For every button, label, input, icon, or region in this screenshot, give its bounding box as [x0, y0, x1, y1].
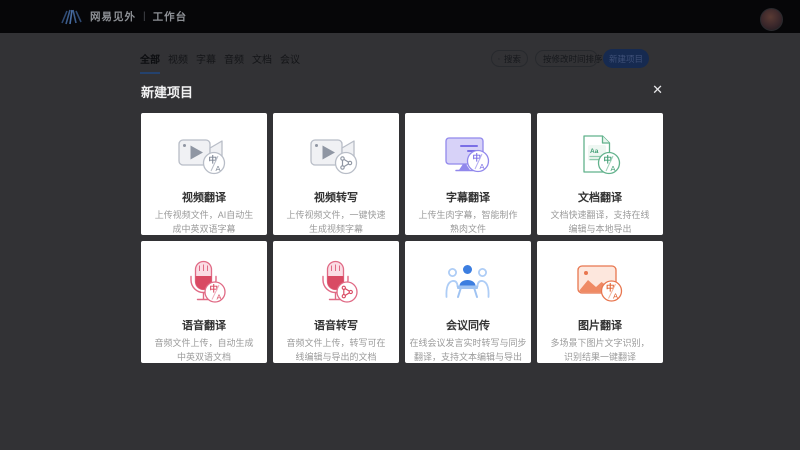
svg-text:A: A — [480, 162, 485, 171]
card-audio-transcribe[interactable]: 语音转写 音频文件上传，转写可在线编辑与导出的文档 — [273, 241, 399, 363]
user-avatar[interactable] — [760, 8, 783, 31]
card-desc: 文档快速翻译，支持在线编辑与本地导出 — [537, 209, 663, 237]
audio-translate-icon: 中 A — [141, 255, 267, 311]
search-placeholder: 搜索 — [504, 53, 521, 65]
tab-subtitle[interactable]: 字幕 — [196, 51, 216, 74]
brand-divider: | — [143, 11, 146, 22]
brand-name: 网易见外 — [90, 9, 136, 24]
card-title: 图片翻译 — [537, 317, 663, 333]
project-type-grid: 中 A 视频翻译 上传视频文件，AI自动生成中英双语字幕 — [141, 113, 663, 363]
svg-text:中: 中 — [604, 155, 613, 165]
card-meeting-interpret[interactable]: 会议同传 在线会议发言实时转写与同步翻译，支持文本编辑与导出 — [405, 241, 531, 363]
svg-text:A: A — [611, 164, 616, 173]
card-document-translate[interactable]: Aa 中 A 文档翻译 文档快速翻译，支持在线编辑与本地导出 — [537, 113, 663, 235]
card-image-translate[interactable]: 中 A 图片翻译 多场景下图片文字识别，识别结果一键翻译 — [537, 241, 663, 363]
tab-all[interactable]: 全部 — [140, 51, 160, 74]
card-desc: 音频文件上传，自动生成中英双语文档 — [141, 337, 267, 365]
brand-logo-icon — [60, 8, 83, 26]
card-desc: 音频文件上传，转写可在线编辑与导出的文档 — [273, 337, 399, 365]
card-title: 视频转写 — [273, 189, 399, 205]
top-bar: 网易见外 | 工作台 — [0, 0, 800, 33]
app-window: 网易见外 | 工作台 全部 视频 字幕 音频 文档 会议 搜索 按修改时间排序 … — [0, 0, 800, 450]
subtitle-translate-icon: 中 A — [405, 127, 531, 183]
document-translate-icon: Aa 中 A — [537, 127, 663, 183]
card-title: 会议同传 — [405, 317, 531, 333]
tab-video[interactable]: 视频 — [168, 51, 188, 74]
svg-text:A: A — [216, 164, 221, 173]
search-input[interactable]: 搜索 — [491, 50, 528, 67]
svg-text:中: 中 — [209, 155, 218, 165]
card-audio-translate[interactable]: 中 A 语音翻译 音频文件上传，自动生成中英双语文档 — [141, 241, 267, 363]
card-title: 语音转写 — [273, 317, 399, 333]
card-title: 语音翻译 — [141, 317, 267, 333]
sort-dropdown[interactable]: 按修改时间排序 — [535, 50, 598, 67]
new-project-modal: 新建项目 ✕ 中 A 视频翻译 — [141, 82, 663, 363]
svg-text:Aa: Aa — [590, 148, 599, 155]
svg-text:A: A — [613, 292, 618, 301]
close-icon[interactable]: ✕ — [652, 83, 663, 96]
svg-text:A: A — [217, 293, 222, 302]
card-subtitle-translate[interactable]: 中 A 字幕翻译 上传生肉字幕，智能制作熟肉文件 — [405, 113, 531, 235]
card-video-translate[interactable]: 中 A 视频翻译 上传视频文件，AI自动生成中英双语字幕 — [141, 113, 267, 235]
project-filter-tabs: 全部 视频 字幕 音频 文档 会议 — [140, 51, 300, 74]
audio-transcribe-icon — [273, 255, 399, 311]
card-desc: 上传生肉字幕，智能制作熟肉文件 — [405, 209, 531, 237]
card-desc: 多场景下图片文字识别，识别结果一键翻译 — [537, 337, 663, 365]
tab-document[interactable]: 文档 — [252, 51, 272, 74]
card-title: 字幕翻译 — [405, 189, 531, 205]
modal-title: 新建项目 — [141, 82, 193, 101]
magnifier-icon — [498, 55, 500, 63]
brand-area: 网易见外 | 工作台 — [60, 0, 187, 33]
card-desc: 上传视频文件，AI自动生成中英双语字幕 — [141, 209, 267, 237]
tab-meeting[interactable]: 会议 — [280, 51, 300, 74]
workspace-label: 工作台 — [153, 9, 188, 24]
video-translate-icon: 中 A — [141, 127, 267, 183]
card-title: 文档翻译 — [537, 189, 663, 205]
meeting-interpret-icon — [405, 255, 531, 311]
card-video-transcribe[interactable]: 视频转写 上传视频文件，一键快速生成视频字幕 — [273, 113, 399, 235]
sort-label: 按修改时间排序 — [543, 53, 603, 65]
card-title: 视频翻译 — [141, 189, 267, 205]
card-desc: 在线会议发言实时转写与同步翻译，支持文本编辑与导出 — [405, 337, 531, 365]
video-transcribe-icon — [273, 127, 399, 183]
card-desc: 上传视频文件，一键快速生成视频字幕 — [273, 209, 399, 237]
tab-audio[interactable]: 音频 — [224, 51, 244, 74]
svg-text:中: 中 — [473, 153, 482, 163]
image-translate-icon: 中 A — [537, 255, 663, 311]
new-project-button[interactable]: 新建项目 — [603, 49, 649, 68]
